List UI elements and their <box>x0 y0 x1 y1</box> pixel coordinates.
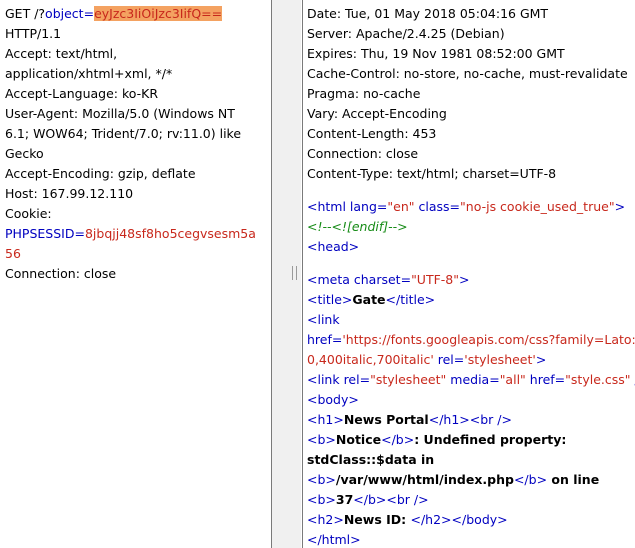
head-tag: <head> <box>307 239 360 254</box>
sessid-value: 8jbqjj48sf8ho5cegvsesm5a <box>84 226 256 241</box>
response-header: Expires: Thu, 19 Nov 1981 08:52:00 GMT <box>307 46 565 61</box>
link-stylesheet-line: <link rel="stylesheet" media="all" href=… <box>307 372 635 387</box>
meta-line: <meta charset="UTF-8"> <box>307 272 470 287</box>
html-open-line: <html lang="en" class="no-js cookie_used… <box>307 199 626 214</box>
request-line: GET /?object=eyJzc3IiOiJzc3IifQ== <box>5 4 271 24</box>
html-close-tag: </html> <box>307 532 361 547</box>
line-number-line: <b>37</b><br /> <box>307 492 429 507</box>
notice-line: <b>Notice</b>: Undefined property: <box>307 432 567 447</box>
head-gap <box>307 257 635 270</box>
cookie-value: PHPSESSID=8jbqjj48sf8ho5cegvsesm5a <box>5 226 256 241</box>
accept-encoding-header: Accept-Encoding: gzip, deflate <box>5 166 196 181</box>
response-header: Vary: Accept-Encoding <box>307 106 447 121</box>
headers-body-gap <box>307 184 635 197</box>
connection-header: Connection: close <box>5 266 117 281</box>
user-agent-cont: 6.1; WOW64; Trident/7.0; rv:11.0) like <box>5 126 242 141</box>
title-line: <title>Gate</title> <box>307 292 436 307</box>
cookie-header: Cookie: <box>5 206 52 221</box>
link-href: href='https://fonts.googleapis.com/css?f… <box>307 332 635 347</box>
object-param-name: object <box>45 6 84 21</box>
path-line: <b>/var/www/html/index.php</b> on line <box>307 472 600 487</box>
stdclass-line: stdClass::$data in <box>307 452 435 467</box>
body-tag: <body> <box>307 392 359 407</box>
sessid-name: PHPSESSID <box>5 226 75 241</box>
response-header: Content-Length: 453 <box>307 126 437 141</box>
link-href-cont: 0,400italic,700italic' rel='stylesheet'> <box>307 352 547 367</box>
object-equals: = <box>83 6 95 21</box>
response-text[interactable]: Date: Tue, 01 May 2018 05:04:16 GMT Serv… <box>303 0 635 548</box>
user-agent-cont-2: Gecko <box>5 146 44 161</box>
get-method: GET /? <box>5 6 46 21</box>
response-pane[interactable]: Date: Tue, 01 May 2018 05:04:16 GMT Serv… <box>302 0 635 548</box>
response-header: Date: Tue, 01 May 2018 05:04:16 GMT <box>307 6 549 21</box>
h2-line: <h2>News ID: </h2></body> <box>307 512 508 527</box>
user-agent-header: User-Agent: Mozilla/5.0 (Windows NT <box>5 106 235 121</box>
response-header: Server: Apache/2.4.25 (Debian) <box>307 26 505 41</box>
http-version: HTTP/1.1 <box>5 26 62 41</box>
accept-header-cont: application/xhtml+xml, */* <box>5 66 173 81</box>
accept-header: Accept: text/html, <box>5 46 118 61</box>
response-header: Pragma: no-cache <box>307 86 421 101</box>
response-header: Connection: close <box>307 146 419 161</box>
html-comment: <!--<![endif]--> <box>307 219 408 234</box>
h1-line: <h1>News Portal</h1><br /> <box>307 412 512 427</box>
object-param-value-highlight[interactable]: eyJzc3IiOiJzc3IifQ== <box>94 6 223 21</box>
link-open: <link <box>307 312 340 327</box>
host-header: Host: 167.99.12.110 <box>5 186 134 201</box>
accept-language-header: Accept-Language: ko-KR <box>5 86 159 101</box>
splitter-grip-icon[interactable] <box>292 266 297 280</box>
response-header: Content-Type: text/html; charset=UTF-8 <box>307 166 557 181</box>
request-pane[interactable]: GET /?object=eyJzc3IiOiJzc3IifQ== HTTP/1… <box>0 0 272 548</box>
request-text[interactable]: GET /?object=eyJzc3IiOiJzc3IifQ== HTTP/1… <box>0 0 271 284</box>
sessid-value-cont: 56 <box>5 246 21 261</box>
response-header: Cache-Control: no-store, no-cache, must-… <box>307 66 628 81</box>
